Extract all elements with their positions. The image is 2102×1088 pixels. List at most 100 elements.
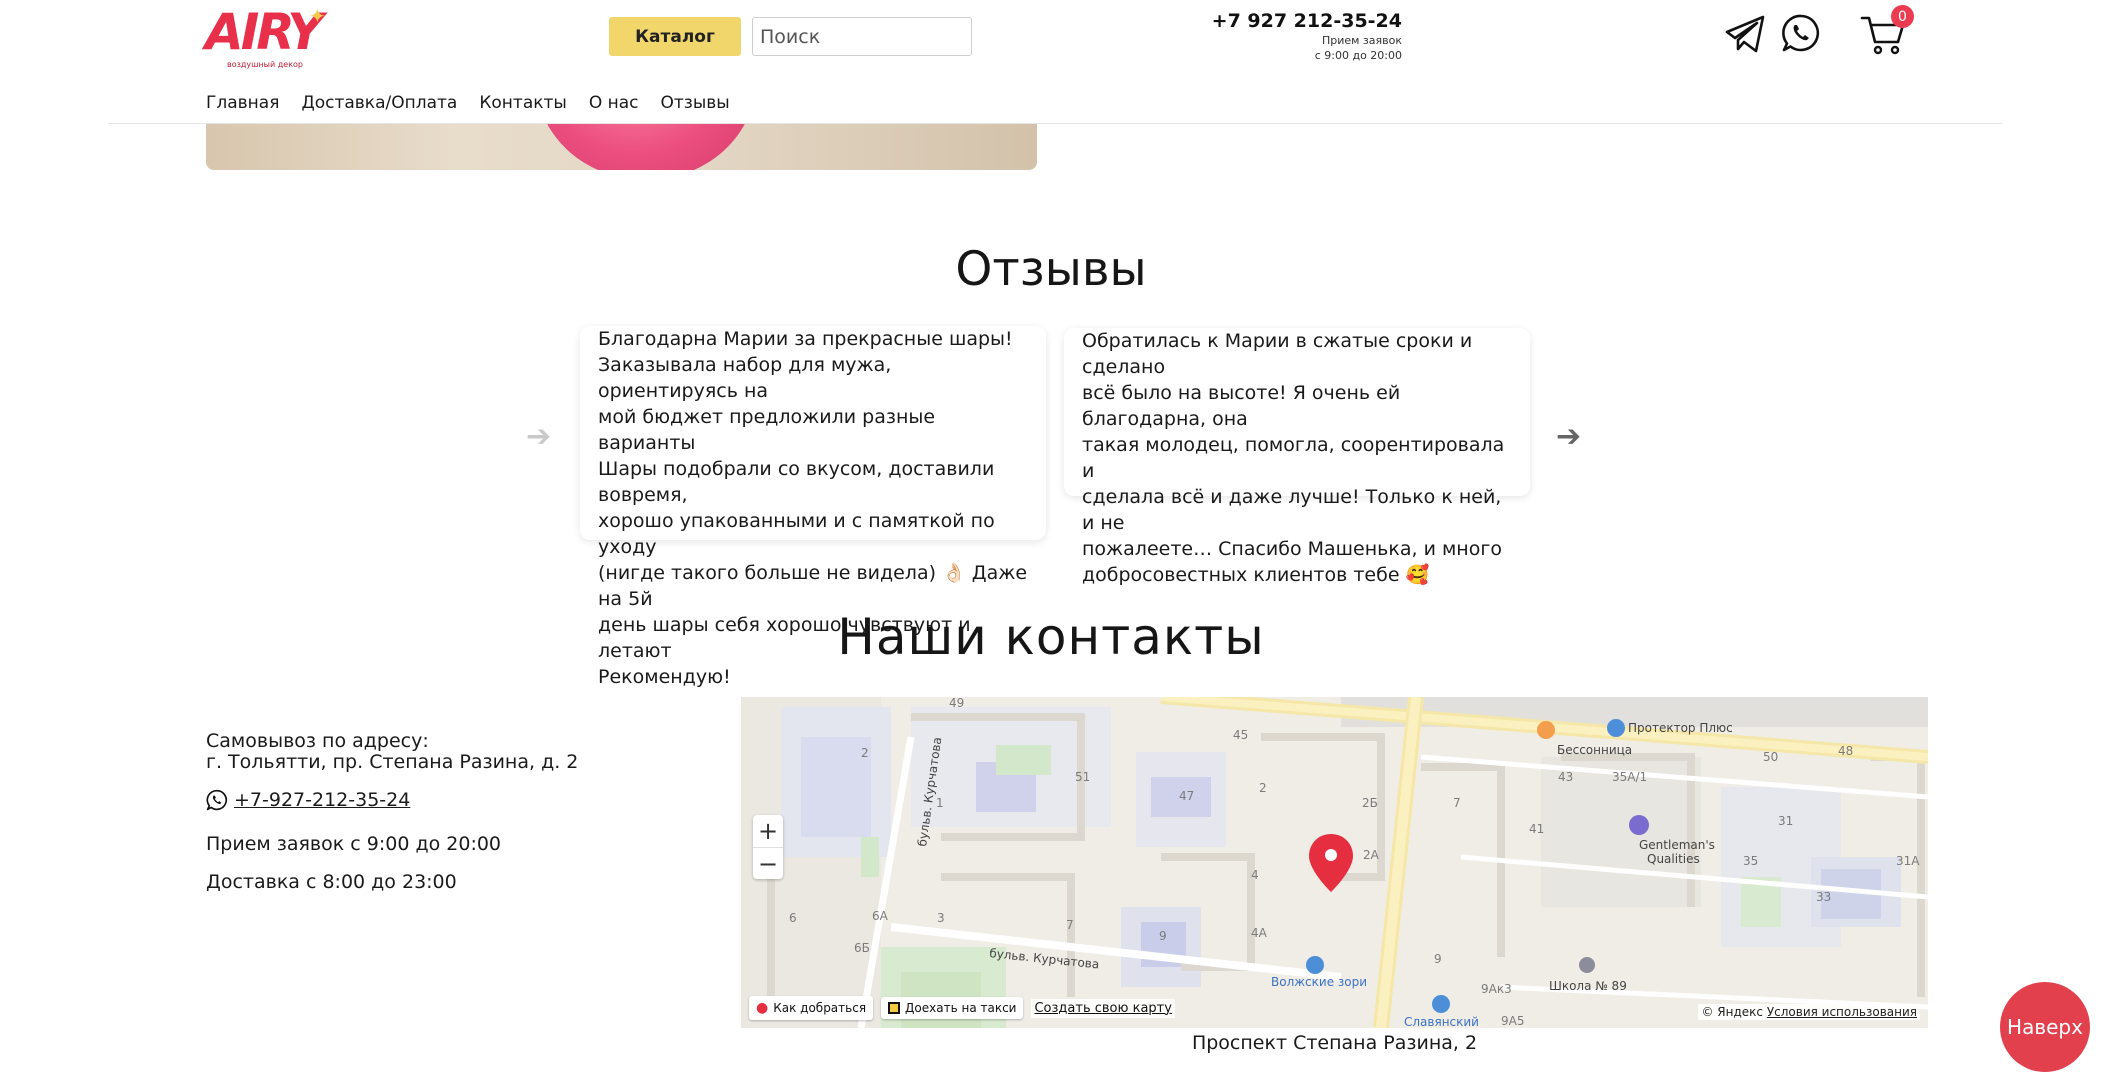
yandex-map[interactable]: 45 49 51 47 2 2Б 7 43 35А/1 50 48 31 41 … [741,697,1928,1028]
header-phone[interactable]: +7 927 212-35-24 [1180,9,1402,33]
taxi-button[interactable]: Доехать на такси [881,997,1024,1019]
sparkle-icon: ✦ [309,4,326,28]
nav-item-delivery[interactable]: Доставка/Оплата [301,92,457,114]
map-label: Школа № 89 [1549,979,1627,993]
contact-phone-row: +7-927-212-35-24 [206,789,410,811]
house-number: 3 [937,911,945,925]
catalog-button[interactable]: Каталог [609,17,741,56]
map-canvas[interactable]: 45 49 51 47 2 2Б 7 43 35А/1 50 48 31 41 … [741,697,1928,1028]
house-number: 49 [949,697,964,710]
house-number: 4А [1251,926,1268,940]
taxi-label: Доехать на такси [905,1001,1017,1015]
search-input[interactable] [752,17,972,56]
review-line: Обратилась к Марии в сжатые сроки и сдел… [1082,330,1473,378]
house-number: 43 [1558,770,1573,784]
house-number: 48 [1838,744,1853,758]
house-number: 35 [1743,854,1758,868]
whatsapp-icon [206,789,228,811]
site-header: AIRY ✦ воздушный декор Каталог +7 927 21… [0,0,2102,124]
zoom-out-button[interactable]: − [753,847,783,879]
map-label: Протектор Плюс [1628,721,1733,735]
whatsapp-icon[interactable] [1781,13,1821,53]
house-number: 2 [861,746,869,760]
house-number: 9 [1434,952,1442,966]
house-number: 51 [1075,770,1090,784]
house-number: 6 [789,911,797,925]
review-line: сделала всё и даже лучше! Только к ней, … [1082,486,1502,534]
header-divider [108,123,2002,124]
review-line: хорошо упакованными и с памяткой по уход… [598,510,995,558]
review-line: (нигде такого больше не видела) 👌🏻 Даже … [598,562,1028,610]
contact-phone-link[interactable]: +7-927-212-35-24 [234,789,410,811]
zoom-in-button[interactable]: + [753,815,783,847]
map-label: Бессонница [1557,743,1632,757]
house-number: 45 [1233,728,1248,742]
map-label: Gentleman's [1639,838,1715,852]
contact-delivery-hours: Доставка с 8:00 до 23:00 [206,871,457,893]
pickup-address: Самовывоз по адресу: г. Тольятти, пр. Ст… [206,731,578,773]
route-label: Как добраться [773,1001,867,1015]
review-card: Благодарна Марии за прекрасные шары! Зак… [580,326,1046,688]
nav-item-about[interactable]: О нас [589,92,639,114]
map-label: Qualities [1647,852,1700,866]
house-number: 2Б [1362,796,1378,810]
map-label: Волжские зори [1271,975,1367,989]
telegram-icon[interactable] [1724,14,1766,54]
logo-subtitle: воздушный декор [227,60,303,69]
review-card: Обратилась к Марии в сжатые сроки и сдел… [1064,328,1530,586]
logo[interactable]: AIRY ✦ воздушный декор [205,4,327,70]
house-number: 7 [1453,796,1461,810]
house-number: 31А [1896,854,1920,868]
house-number: 33 [1816,890,1831,904]
route-button[interactable]: ● Как добраться [749,996,874,1020]
location-pin-icon: ● [756,1000,769,1016]
review-line: мой бюджет предложили разные варианты [598,406,936,454]
to-top-button[interactable]: Наверх [2000,982,2090,1072]
main-nav: Главная Доставка/Оплата Контакты О нас О… [206,92,752,114]
review-line: всё было на высоте! Я очень ей благодарн… [1082,382,1401,430]
review-line: Шары подобрали со вкусом, доставили вовр… [598,458,995,506]
map-caption: Проспект Степана Разина, 2 [1191,1032,1478,1054]
house-number: 9Ак3 [1481,982,1512,996]
map-label: Славянский [1404,1015,1479,1028]
map-bottom-bar: ● Как добраться Доехать на такси Создать… [749,996,1175,1020]
house-number: 47 [1179,789,1194,803]
taxi-icon [888,1002,901,1014]
header-hours-line2: с 9:00 до 20:00 [1314,49,1402,62]
house-number: 9А5 [1501,1014,1524,1028]
pickup-label: Самовывоз по адресу: [206,730,429,752]
house-number: 2 [1259,781,1267,795]
review-line: Заказывала набор для мужа, ориентируясь … [598,354,892,402]
house-number: 6Б [854,941,870,955]
house-number: 31 [1778,814,1793,828]
map-copyright: © Яндекс Условия использования [1698,1004,1920,1020]
house-number: 35А/1 [1612,770,1647,784]
review-line: добросовестных клиентов тебе 🥰 [1082,564,1430,586]
map-zoom-control: + − [753,815,783,879]
create-map-link[interactable]: Создать свою карту [1031,998,1175,1018]
header-phone-block: +7 927 212-35-24 Прием заявок с 9:00 до … [1180,9,1402,63]
review-line: Благодарна Марии за прекрасные шары! [598,328,1013,350]
nav-item-contacts[interactable]: Контакты [479,92,567,114]
review-line: такая молодец, помогла, соорентировала и [1082,434,1505,482]
terms-link[interactable]: Условия использования [1767,1005,1917,1019]
reviews-title: Отзывы [955,242,1147,297]
house-number: 6А [872,909,889,923]
review-line: пожалеете… Спасибо Машенька, и много [1082,538,1502,560]
pickup-street: г. Тольятти, пр. Степана Разина, д. 2 [206,751,579,773]
contacts-title: Наши контакты [837,608,1265,666]
nav-item-reviews[interactable]: Отзывы [661,92,730,114]
contact-hours: Прием заявок с 9:00 до 20:00 [206,833,502,855]
house-number: 4 [1251,868,1259,882]
arrow-left-icon[interactable]: ➔ [526,422,552,452]
copyright-text: © Яндекс [1701,1005,1763,1019]
nav-item-home[interactable]: Главная [206,92,279,114]
header-hours-line1: Прием заявок [1321,34,1402,47]
cart-count-badge: 0 [1891,5,1914,28]
house-number: 1 [936,796,944,810]
house-number: 41 [1529,822,1544,836]
house-number: 9 [1159,929,1167,943]
house-number: 2А [1363,848,1380,862]
house-number: 50 [1763,750,1778,764]
arrow-right-icon[interactable]: ➔ [1556,422,1582,452]
